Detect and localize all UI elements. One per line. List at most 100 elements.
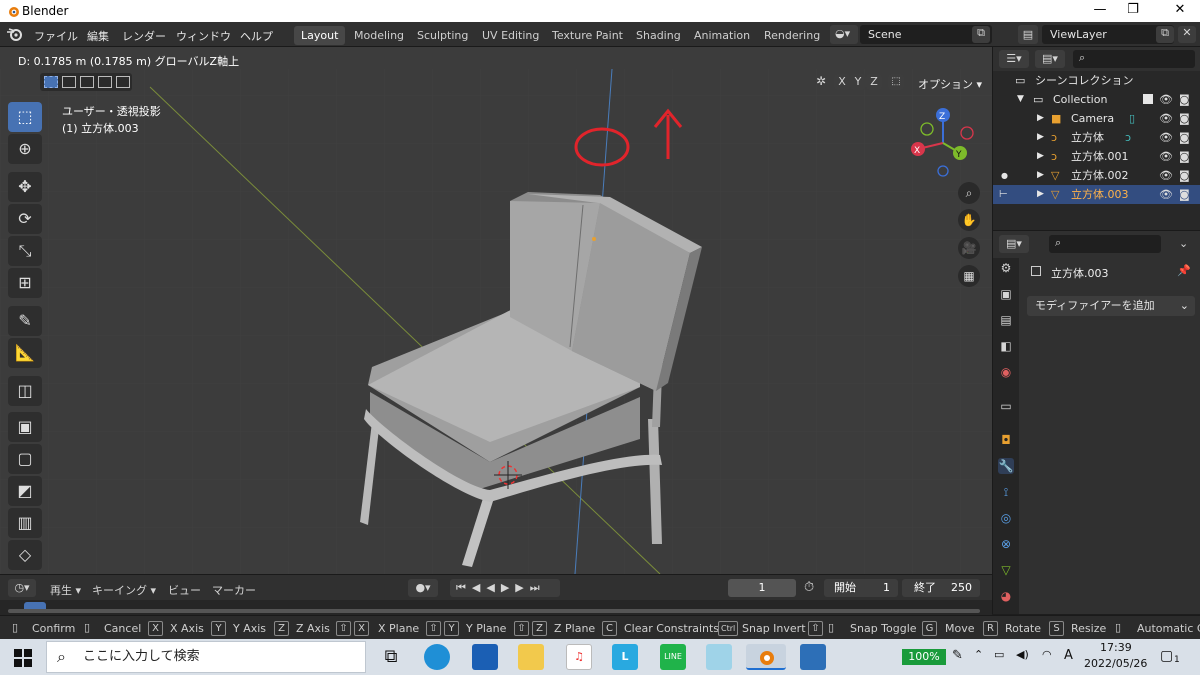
taskbar-search-input[interactable]: ⌕ ここに入力して検索 — [46, 641, 366, 673]
axis-x-toggle[interactable]: X — [834, 74, 850, 90]
store-icon[interactable] — [472, 644, 498, 670]
cursor-tool-icon[interactable]: ⊕ — [8, 134, 42, 164]
outliner-item-cube-002[interactable]: ● ▶ ▽ 立方体.002 👁 ◙ — [993, 166, 1200, 185]
options-dropdown[interactable]: オプション ▾ — [918, 76, 982, 92]
menu-file[interactable]: ファイル — [34, 28, 78, 44]
end-frame-field[interactable]: 終了 250 — [902, 579, 980, 597]
menu-render[interactable]: レンダー — [122, 28, 166, 44]
particles-icon[interactable]: ⟟ — [998, 484, 1014, 500]
expand-icon[interactable]: ▶ — [1037, 147, 1044, 166]
chevron-down-icon[interactable]: ⌄ — [1179, 237, 1188, 250]
tool-settings-icon[interactable]: ⚙ — [998, 260, 1014, 276]
physics-icon[interactable]: ◎ — [998, 510, 1014, 526]
outliner-item-cube-001[interactable]: ▶ ↄ 立方体.001 👁 ◙ — [993, 147, 1200, 166]
outliner-search-input[interactable]: ⌕ — [1073, 50, 1195, 68]
tab-animation[interactable]: Animation — [687, 26, 757, 45]
pan-hand-icon[interactable]: ✋ — [958, 209, 980, 231]
bevel-tool-icon[interactable]: ◩ — [8, 476, 42, 506]
zoom-icon[interactable]: ⌕ — [958, 182, 980, 204]
outliner-item-cube-003[interactable]: ⊢ ▶ ▽ 立方体.003 👁 ◙ — [993, 185, 1200, 204]
object-prop-icon[interactable]: ◘ — [998, 432, 1014, 448]
add-cube-tool-icon[interactable]: ◫ — [8, 376, 42, 406]
menu-edit[interactable]: 編集 — [87, 28, 109, 44]
clock-time[interactable]: 17:39 — [1100, 641, 1132, 654]
timeline-scrollbar[interactable] — [8, 609, 980, 613]
select-intersect-icon[interactable] — [116, 76, 130, 88]
render-camera-icon[interactable]: ◙ — [1179, 128, 1190, 147]
record-icon[interactable]: ●▾ — [408, 579, 438, 597]
pin-icon[interactable]: 📌 — [1177, 264, 1191, 277]
keying-menu[interactable]: キーイング ▾ — [92, 582, 156, 598]
tab-layout[interactable]: Layout — [294, 26, 346, 45]
eye-icon[interactable]: 👁 — [1159, 109, 1173, 128]
navigation-gizmo[interactable]: Z X Y — [908, 103, 982, 177]
view-menu[interactable]: ビュー — [168, 582, 201, 598]
select-extend-icon[interactable] — [62, 76, 76, 88]
editor-type-icon[interactable]: ☰▾ — [999, 50, 1029, 68]
outliner-item-collection[interactable]: ▼ ▭ Collection 👁 ◙ — [993, 90, 1200, 109]
select-box-tool-icon[interactable]: ⬚ — [8, 102, 42, 132]
line-app-icon[interactable]: LINE — [660, 644, 686, 670]
expand-icon[interactable]: ▶ — [1037, 128, 1044, 147]
select-subtract-icon[interactable] — [80, 76, 94, 88]
3d-viewport[interactable]: D: 0.1785 m (0.1785 m) グローバルZ軸上 ✲ X Y Z … — [0, 47, 992, 574]
move-tool-icon[interactable]: ✥ — [8, 172, 42, 202]
itunes-icon[interactable]: ♫ — [566, 644, 592, 670]
file-explorer-icon[interactable] — [518, 644, 544, 670]
tab-uv-editing[interactable]: UV Editing — [475, 26, 546, 45]
display-mode-icon[interactable]: ▤▾ — [1035, 50, 1065, 68]
tab-sculpting[interactable]: Sculpting — [410, 26, 475, 45]
eye-icon[interactable]: 👁 — [1159, 147, 1173, 166]
expand-icon[interactable]: ▶ — [1037, 185, 1044, 204]
camera-view-icon[interactable]: 🎥 — [958, 237, 980, 259]
modifier-wrench-icon[interactable]: 🔧 — [998, 458, 1014, 474]
photos-app-icon[interactable] — [800, 644, 826, 670]
task-view-icon[interactable]: ⧉ — [378, 644, 404, 670]
marker-menu[interactable]: マーカー — [212, 582, 256, 598]
scale-tool-icon[interactable]: ⤡ — [8, 236, 42, 266]
edge-browser-icon[interactable] — [424, 644, 450, 670]
eye-icon[interactable]: 👁 — [1159, 90, 1173, 109]
snap-icon[interactable]: ⬚ — [888, 74, 904, 90]
windows-start-icon[interactable] — [14, 649, 32, 667]
menu-window[interactable]: ウィンドウ — [176, 28, 231, 44]
eye-icon[interactable]: 👁 — [1159, 128, 1173, 147]
stopwatch-icon[interactable]: ⏱ — [804, 580, 814, 595]
remove-view-layer-icon[interactable]: ✕ — [1178, 26, 1196, 43]
tab-rendering[interactable]: Rendering — [757, 26, 827, 45]
scene-prop-icon[interactable]: ◉ — [998, 364, 1014, 380]
select-invert-icon[interactable] — [98, 76, 112, 88]
perspective-toggle-icon[interactable]: ▦ — [958, 265, 980, 287]
clock-editor-icon[interactable]: ◷▾ — [8, 579, 36, 597]
render-camera-icon[interactable]: ◙ — [1179, 147, 1190, 166]
clock-date[interactable]: 2022/05/26 — [1084, 657, 1147, 670]
new-scene-icon[interactable]: ⧉ — [972, 26, 990, 43]
battery-icon[interactable]: ▭ — [994, 648, 1004, 661]
axis-y-toggle[interactable]: Y — [850, 74, 866, 90]
ime-indicator[interactable]: A — [1064, 648, 1073, 663]
transform-tool-icon[interactable]: ⊞ — [8, 268, 42, 298]
notification-icon[interactable]: ▢ — [1160, 648, 1173, 664]
expand-icon[interactable]: ▼ — [1017, 90, 1024, 109]
selection-mode-buttons[interactable] — [40, 73, 132, 91]
render-camera-icon[interactable]: ◙ — [1179, 185, 1190, 204]
current-frame-field[interactable]: 1 — [728, 579, 796, 597]
render-icon[interactable]: ▣ — [998, 286, 1014, 302]
tab-modeling[interactable]: Modeling — [347, 26, 411, 45]
blender-taskbar-icon[interactable] — [746, 644, 786, 670]
properties-editor-icon[interactable]: ▤▾ — [999, 235, 1029, 253]
annotate-tool-icon[interactable]: ✎ — [8, 306, 42, 336]
material-icon[interactable]: ◕ — [998, 588, 1014, 604]
add-modifier-dropdown[interactable]: モディファイアーを追加 ⌄ — [1027, 296, 1195, 316]
eraser-app-icon[interactable] — [706, 644, 732, 670]
tab-shading[interactable]: Shading — [629, 26, 688, 45]
outliner-item-cube[interactable]: ▶ ↄ 立方体 ↄ 👁 ◙ — [993, 128, 1200, 147]
l-app-icon[interactable]: L — [612, 644, 638, 670]
eye-icon[interactable]: 👁 — [1159, 166, 1173, 185]
scene-selector-button[interactable]: ◒▾ — [830, 25, 858, 44]
blender-menu-icon[interactable] — [6, 26, 24, 42]
measure-tool-icon[interactable]: 📐 — [8, 338, 42, 368]
playback-menu[interactable]: 再生 ▾ — [50, 582, 81, 598]
collection-prop-icon[interactable]: ▭ — [998, 398, 1014, 414]
render-camera-icon[interactable]: ◙ — [1179, 90, 1190, 109]
